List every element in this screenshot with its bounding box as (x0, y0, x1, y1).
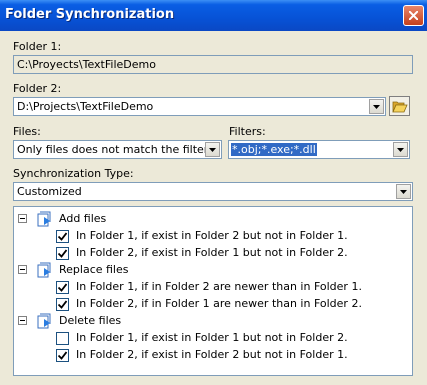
tree-group-replace-files[interactable]: Replace files (14, 262, 412, 278)
rule-checkbox[interactable] (56, 332, 69, 345)
folder2-value: D:\Projects\TextFileDemo (17, 100, 154, 113)
checkmark-icon (58, 283, 67, 292)
rule-label: In Folder 1, if in Folder 2 are newer th… (76, 280, 362, 293)
sync-type-label: Synchronization Type: (13, 167, 134, 180)
add-files-icon (37, 211, 51, 227)
collapse-toggle[interactable] (18, 214, 27, 223)
tree-group-delete-files[interactable]: Delete files (14, 313, 412, 329)
rule-label: In Folder 2, if exist in Folder 1 but no… (76, 246, 348, 259)
close-button[interactable] (403, 5, 424, 26)
sync-rules-tree[interactable]: Add files In Folder 1, if exist in Folde… (13, 206, 413, 376)
checkmark-icon (58, 300, 67, 309)
chevron-down-icon (397, 148, 404, 152)
window-title: Folder Synchronization (5, 7, 175, 22)
replace-files-icon (37, 262, 51, 278)
folder2-combo[interactable]: D:\Projects\TextFileDemo (13, 97, 386, 116)
rule-label: In Folder 1, if exist in Folder 2 but no… (76, 229, 348, 242)
rule-label: In Folder 1, if exist in Folder 1 but no… (76, 331, 348, 344)
folder1-label: Folder 1: (13, 40, 62, 53)
rule-label: In Folder 2, if in Folder 1 are newer th… (76, 297, 362, 310)
folder1-field: C:\Proyects\TextFileDemo (13, 55, 413, 74)
delete-files-icon (37, 313, 51, 329)
filters-dropdown-button[interactable] (393, 142, 408, 157)
rule-checkbox[interactable] (56, 247, 69, 260)
chevron-down-icon (400, 190, 407, 194)
chevron-down-icon (373, 105, 380, 109)
filters-label: Filters: (229, 125, 266, 138)
files-label: Files: (13, 125, 41, 138)
rule-checkbox[interactable] (56, 230, 69, 243)
collapse-toggle[interactable] (18, 316, 27, 325)
collapse-toggle[interactable] (18, 265, 27, 274)
rule-checkbox[interactable] (56, 298, 69, 311)
sync-type-combo[interactable]: Customized (13, 182, 413, 201)
tree-group-label: Replace files (59, 263, 129, 276)
rule-checkbox[interactable] (56, 349, 69, 362)
rule-label: In Folder 2, if exist in Folder 2 but no… (76, 348, 348, 361)
sync-type-selected: Customized (17, 185, 82, 198)
files-dropdown-button[interactable] (205, 142, 220, 157)
rule-checkbox[interactable] (56, 281, 69, 294)
chevron-down-icon (209, 148, 216, 152)
folder2-dropdown-button[interactable] (369, 99, 384, 114)
files-combo[interactable]: Only files does not match the filters (13, 140, 222, 159)
browse-folder-button[interactable] (389, 96, 410, 116)
tree-group-label: Delete files (59, 314, 122, 327)
folder-sync-dialog: Folder Synchronization Folder 1: C:\Proy… (0, 0, 427, 385)
tree-group-add-files[interactable]: Add files (14, 211, 412, 227)
checkmark-icon (58, 351, 67, 360)
close-icon (409, 11, 418, 20)
tree-group-label: Add files (59, 212, 107, 225)
folder2-label: Folder 2: (13, 82, 62, 95)
filters-combo[interactable]: *.obj;*.exe;*.dll (228, 140, 410, 159)
files-selected: Only files does not match the filters (17, 143, 215, 156)
checkmark-icon (58, 249, 67, 258)
folder1-value: C:\Proyects\TextFileDemo (17, 58, 156, 71)
filters-value: *.obj;*.exe;*.dll (231, 143, 317, 156)
filters-selected-text: *.obj;*.exe;*.dll (231, 143, 317, 156)
checkmark-icon (58, 232, 67, 241)
open-folder-icon (392, 101, 408, 113)
sync-type-dropdown-button[interactable] (396, 184, 411, 199)
title-bar[interactable]: Folder Synchronization (0, 0, 427, 31)
